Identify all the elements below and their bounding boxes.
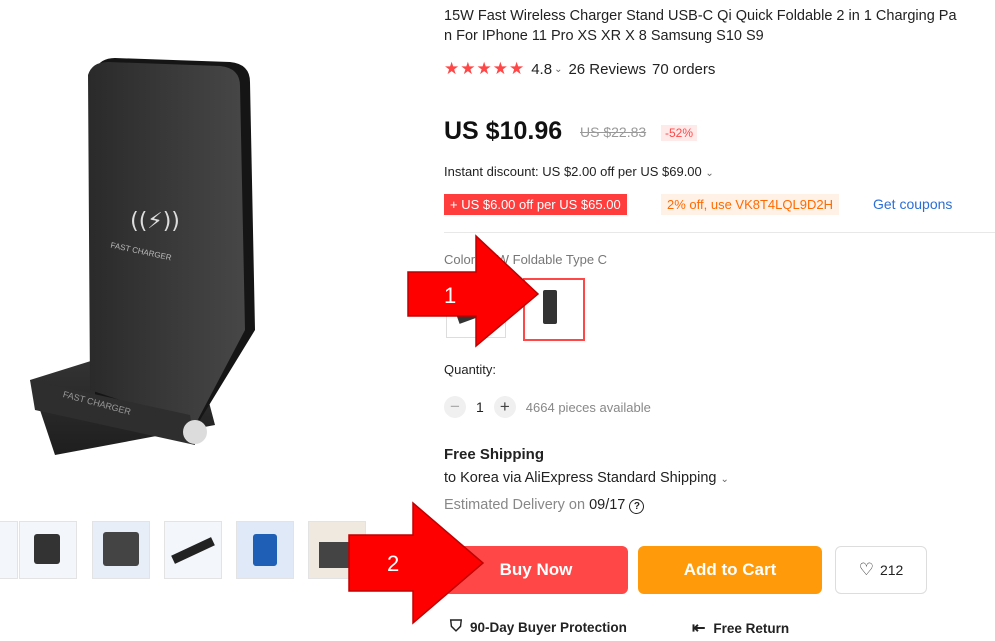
help-icon[interactable]: ? xyxy=(629,499,645,514)
thumbnail-1[interactable] xyxy=(19,521,77,579)
annotation-arrow-2: 2 xyxy=(347,501,487,625)
product-title-line-1: 15W Fast Wireless Charger Stand USB-C Qi… xyxy=(444,8,957,24)
quantity-value[interactable]: 1 xyxy=(476,399,484,415)
annotation-marker-2: 2 xyxy=(387,551,400,576)
shipping-title: Free Shipping xyxy=(444,446,545,463)
code-coupon-badge[interactable]: 2% off, use VK8T4LQL9D2H xyxy=(661,194,839,215)
chevron-down-icon: ⌄ xyxy=(720,474,729,485)
increase-quantity-button[interactable]: + xyxy=(493,396,516,418)
add-to-cart-button[interactable]: Add to Cart xyxy=(638,546,822,594)
current-price: US $10.96 xyxy=(444,117,563,145)
annotation-marker-1: 1 xyxy=(444,283,457,308)
shipping-method[interactable]: to Korea via AliExpress Standard Shippin… xyxy=(444,470,729,486)
free-return-text: Free Return xyxy=(713,620,790,636)
original-price: US $22.83 xyxy=(580,124,647,140)
rating-value[interactable]: 4.8 xyxy=(531,61,552,78)
return-icon: ⇤ xyxy=(692,620,706,637)
chevron-down-icon: ⌄ xyxy=(705,168,714,179)
heart-icon: ♡ xyxy=(858,560,874,579)
estimated-delivery-date: 09/17 xyxy=(589,497,626,513)
thumbnail-3[interactable] xyxy=(164,521,222,579)
chevron-down-icon[interactable]: ⌄ xyxy=(554,64,562,75)
main-product-image: ((⚡)) FAST CHARGER FAST CHARGER xyxy=(0,0,300,490)
quantity-label: Quantity: xyxy=(444,362,497,377)
product-title-line-2: n For IPhone 11 Pro XS XR X 8 Samsung S1… xyxy=(444,28,764,44)
shipping-method-text: to Korea via AliExpress Standard Shippin… xyxy=(444,470,717,486)
wishlist-count: 212 xyxy=(879,562,904,578)
reviews-link[interactable]: 26 Reviews xyxy=(568,61,646,78)
orders-count: 70 orders xyxy=(652,60,716,78)
wishlist-button[interactable]: ♡ 212 xyxy=(835,546,927,594)
store-coupon-badge[interactable]: + US $6.00 off per US $65.00 xyxy=(444,194,627,215)
decrease-quantity-button[interactable]: − xyxy=(444,396,466,418)
star-rating-icon: ★★★★★ xyxy=(444,59,526,78)
buyer-protection-text: 90-Day Buyer Protection xyxy=(470,619,627,635)
annotation-arrow-1: 1 xyxy=(406,232,542,350)
thumbnail-0[interactable] xyxy=(0,521,18,579)
get-coupons-link[interactable]: Get coupons xyxy=(873,196,952,212)
quantity-stepper: − 1 + 4664 pieces available xyxy=(444,396,651,418)
thumbnail-2[interactable] xyxy=(92,521,150,579)
free-return[interactable]: ⇤ Free Return xyxy=(692,618,789,638)
rating-row: ★★★★★ 4.8 ⌄ 26 Reviews 70 orders xyxy=(444,59,715,79)
product-title: 15W Fast Wireless Charger Stand USB-C Qi… xyxy=(444,6,992,46)
svg-text:((⚡)): ((⚡)) xyxy=(130,209,180,234)
pieces-available: 4664 pieces available xyxy=(525,399,651,415)
thumbnail-4[interactable] xyxy=(236,521,294,579)
discount-badge: -52% xyxy=(661,125,698,141)
instant-discount[interactable]: Instant discount: US $2.00 off per US $6… xyxy=(444,164,714,179)
instant-discount-text: Instant discount: US $2.00 off per US $6… xyxy=(444,164,702,179)
